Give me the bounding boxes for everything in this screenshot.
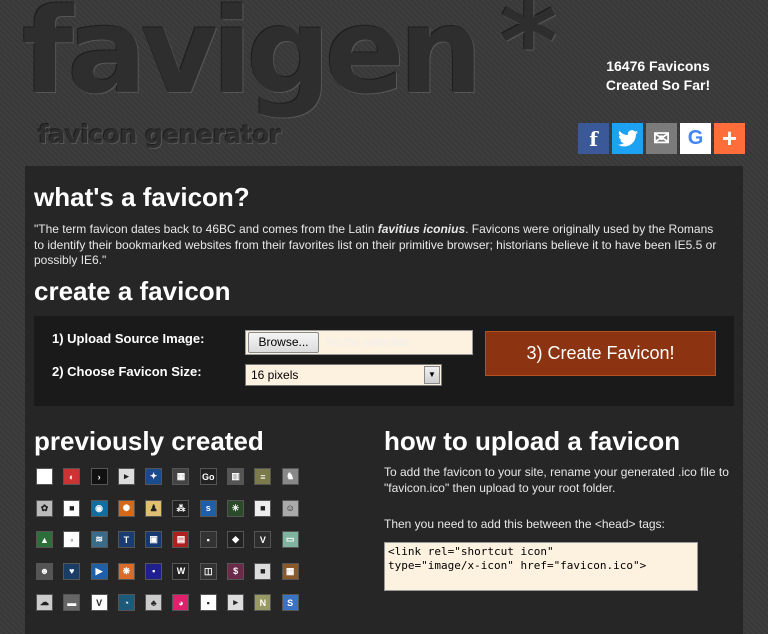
favicon-thumbnail[interactable]: ▦: [281, 562, 299, 580]
email-icon[interactable]: ✉: [646, 123, 677, 154]
favicon-thumbnail[interactable]: ☺: [281, 499, 299, 517]
google-icon[interactable]: G: [680, 123, 711, 154]
favicon-thumbnail[interactable]: ◔: [117, 594, 135, 611]
favicon-thumbnail[interactable]: ▬: [63, 594, 81, 611]
favicon-thumbnail[interactable]: ▤: [172, 531, 190, 548]
favicon-thumbnail[interactable]: ✦: [145, 468, 163, 485]
favicon-thumbnail[interactable]: V: [254, 531, 272, 548]
favicon-thumbnail[interactable]: ◐: [63, 468, 81, 485]
intro-text: "The term favicon dates back to 46BC and…: [34, 222, 719, 269]
counter-line-2: Created So Far!: [605, 77, 711, 93]
favicon-thumbnail[interactable]: ◉: [90, 499, 108, 517]
favicon-thumbnail[interactable]: ▪: [199, 531, 217, 548]
favicon-thumbnail[interactable]: ▪: [199, 594, 217, 611]
more-share-icon[interactable]: +: [714, 123, 745, 154]
favicon-thumbnail[interactable]: $: [227, 562, 245, 580]
favicon-thumbnail[interactable]: ◫: [199, 562, 217, 580]
logo-star-icon: *: [500, 0, 558, 106]
favicon-thumbnail[interactable]: ◦: [63, 531, 81, 548]
chevron-down-icon[interactable]: ▼: [424, 366, 440, 384]
upload-label: 1) Upload Source Image:: [52, 331, 205, 346]
twitter-bird-icon: [617, 130, 638, 147]
intro-text-start: "The term favicon dates back to 46BC and…: [34, 222, 378, 236]
favicon-thumbnail[interactable]: ≋: [90, 531, 108, 548]
intro-latin-term: favitius iconius: [377, 222, 466, 236]
code-snippet-textarea[interactable]: <link rel="shortcut icon" type="image/x-…: [384, 542, 698, 591]
create-heading: create a favicon: [34, 276, 231, 306]
favicon-thumbnail[interactable]: ❋: [117, 562, 135, 580]
favicon-thumbnail[interactable]: ✿: [36, 499, 53, 517]
favicon-thumbnail[interactable]: s: [199, 499, 217, 517]
favicon-thumbnail[interactable]: ▲: [36, 531, 53, 548]
favicon-thumbnail[interactable]: T: [117, 531, 135, 548]
favicon-thumbnail[interactable]: [36, 468, 53, 485]
favicon-size-select[interactable]: 16 pixels ▼: [245, 364, 442, 386]
favicon-thumbnail[interactable]: N: [254, 594, 272, 611]
favicon-thumbnail[interactable]: ◕: [172, 594, 190, 611]
site-header: favigen * favicon generator 16476 Favico…: [0, 0, 768, 165]
favicon-thumbnail[interactable]: ▣: [145, 531, 163, 548]
favicon-thumbnail[interactable]: ■: [63, 499, 81, 517]
favicon-thumbnail[interactable]: ▸: [227, 594, 245, 611]
file-upload-input[interactable]: Browse... No file selected.: [245, 330, 473, 355]
favicon-thumbnail[interactable]: ▪: [145, 562, 163, 580]
favicon-thumbnail[interactable]: W: [172, 562, 190, 580]
favicon-thumbnail[interactable]: ›: [90, 468, 108, 485]
favicon-thumbnail[interactable]: ♞: [281, 468, 299, 485]
favicon-thumbnail[interactable]: ▶: [90, 562, 108, 580]
howto-text-1: To add the favicon to your site, rename …: [384, 465, 729, 495]
favicon-thumbnail[interactable]: V: [90, 594, 108, 611]
favicon-thumbnail[interactable]: Go: [199, 468, 217, 485]
favicon-thumbnail[interactable]: ♟: [145, 499, 163, 517]
favicon-thumbnail[interactable]: ☻: [36, 562, 53, 580]
create-favicon-button[interactable]: 3) Create Favicon!: [485, 331, 716, 376]
favicon-thumbnail[interactable]: ▥: [227, 468, 245, 485]
previous-heading: previously created: [34, 426, 264, 456]
logo-subtitle: favicon generator: [38, 120, 281, 149]
main-panel: what's a favicon? "The term favicon date…: [25, 166, 743, 634]
favicon-thumbnail[interactable]: ▭: [281, 531, 299, 548]
favicon-thumbnail[interactable]: ♣: [145, 594, 163, 611]
size-selected-value: 16 pixels: [251, 368, 299, 382]
counter-line-1: 16476 Favicons: [606, 58, 710, 74]
favicon-thumbnail[interactable]: S: [281, 594, 299, 611]
intro-heading: what's a favicon?: [34, 182, 250, 212]
twitter-icon[interactable]: [612, 123, 643, 154]
favicon-thumbnail[interactable]: ☁: [36, 594, 53, 611]
howto-text-2: Then you need to add this between the <h…: [384, 517, 665, 531]
browse-button[interactable]: Browse...: [248, 332, 319, 353]
favicon-thumbnail[interactable]: ■: [254, 562, 272, 580]
favicon-thumbnail[interactable]: ✺: [117, 499, 135, 517]
facebook-icon[interactable]: f: [578, 123, 609, 154]
favicon-thumbnail[interactable]: ▸: [117, 468, 135, 485]
site-logo[interactable]: favigen: [22, 0, 483, 120]
favicon-thumbnail[interactable]: ≡: [254, 468, 272, 485]
favicon-thumbnail[interactable]: ■: [254, 499, 272, 517]
favicon-counter: 16476 Favicons Created So Far!: [578, 57, 738, 95]
file-status: No file selected.: [326, 335, 412, 349]
favicon-grid: ◐ › ▸ ✦ ▦ Go ▥ ≡ ♞ ✿ ■ ◉ ✺ ♟ ⁂ s ✳ ■ ☺ ▲ ◦ ≋ T ▣ ▤ ▪ ◆ V ▭ ☻ ♥ ▶ ❋ ▪ W ◫ $ ■ ▦…: [36, 468, 309, 626]
howto-heading: how to upload a favicon: [384, 426, 681, 456]
favicon-thumbnail[interactable]: ◆: [227, 531, 245, 548]
favicon-thumbnail[interactable]: ▦: [172, 468, 190, 485]
create-form: 1) Upload Source Image: Browse... No fil…: [34, 316, 734, 406]
size-label: 2) Choose Favicon Size:: [52, 364, 202, 379]
favicon-thumbnail[interactable]: ⁂: [172, 499, 190, 517]
favicon-thumbnail[interactable]: ✳: [227, 499, 245, 517]
favicon-thumbnail[interactable]: ♥: [63, 562, 81, 580]
share-bar: f ✉ G +: [578, 123, 745, 154]
